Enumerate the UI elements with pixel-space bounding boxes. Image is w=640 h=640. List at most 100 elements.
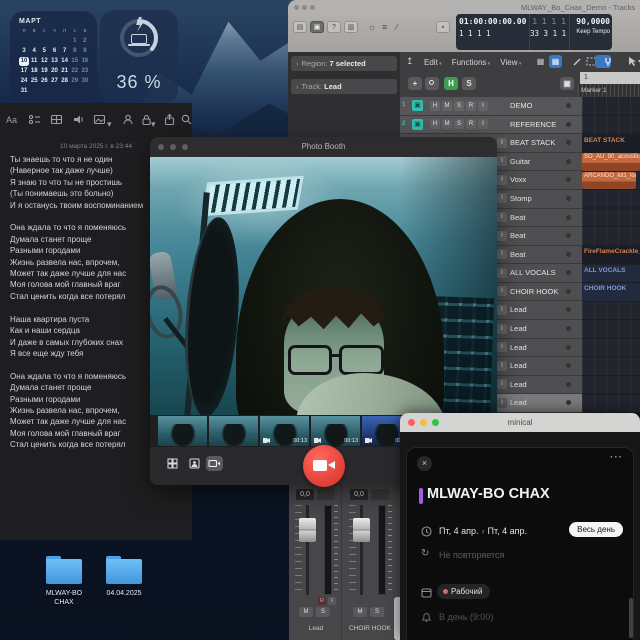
lcd-display[interactable]: 01:00:00:00.00 1 1 1 1 1 1 1 1 33 3 1 1 … bbox=[456, 14, 612, 50]
event-date-range[interactable]: Пт, 4 апр.›Пт, 4 апр. bbox=[439, 526, 527, 536]
track-i-button[interactable]: I bbox=[497, 305, 507, 315]
calendar-day[interactable]: 20 bbox=[49, 67, 59, 76]
arrange-area[interactable]: BEAT STACKSO_AU_90_acoustic_guARCANDO_ki… bbox=[582, 97, 640, 413]
track-r-button[interactable]: R bbox=[466, 119, 476, 129]
track-s-button[interactable]: S bbox=[454, 119, 464, 129]
menu-functions[interactable]: Functions ▾ bbox=[452, 58, 491, 67]
solo-button[interactable]: S bbox=[370, 607, 384, 617]
track-i-button[interactable]: I bbox=[497, 379, 507, 389]
record-enable-dot[interactable] bbox=[566, 345, 571, 350]
checklist-icon[interactable] bbox=[28, 113, 42, 127]
photo-mode-button[interactable] bbox=[186, 456, 203, 471]
track-row[interactable]: 1▣HMSRIDEMO bbox=[400, 97, 582, 115]
minimize-button[interactable] bbox=[302, 5, 307, 10]
record-enable-dot[interactable] bbox=[566, 363, 571, 368]
calendar-day[interactable]: 6 bbox=[49, 47, 59, 56]
track-i-button[interactable]: I bbox=[497, 361, 507, 371]
ruler-bar-number[interactable]: 1 bbox=[580, 72, 640, 84]
share-icon[interactable] bbox=[163, 113, 177, 127]
record-enable-dot[interactable] bbox=[566, 140, 571, 145]
calendar-day[interactable]: 14 bbox=[60, 57, 70, 66]
battery-widget[interactable]: 36 % bbox=[100, 10, 178, 104]
panel-button[interactable]: ▣ bbox=[560, 77, 574, 90]
inspector-button[interactable]: ▣ bbox=[310, 21, 324, 33]
track-i-button[interactable]: I bbox=[497, 156, 507, 166]
record-enable-dot[interactable] bbox=[566, 326, 571, 331]
all-day-badge[interactable]: Весь день bbox=[569, 522, 623, 537]
region[interactable]: CHOIR HOOK bbox=[582, 283, 640, 301]
calendar-widget[interactable]: МАРТ пвсчпсв 123456789101112131415161718… bbox=[10, 11, 97, 104]
toolbar-button[interactable]: ▥ bbox=[344, 21, 358, 33]
four-up-mode-button[interactable] bbox=[164, 456, 181, 471]
record-enable-dot[interactable] bbox=[566, 270, 571, 275]
video-mode-button[interactable] bbox=[206, 456, 223, 471]
media-icon[interactable] bbox=[93, 113, 107, 127]
calendar-day[interactable]: 28 bbox=[60, 77, 70, 86]
track-i-button[interactable]: I bbox=[497, 286, 507, 296]
track-row[interactable]: 2▣HMSRIREFERENCE bbox=[400, 116, 582, 134]
marker-strip[interactable]: Marker 1 bbox=[578, 84, 640, 97]
minical-titlebar[interactable]: minical bbox=[400, 413, 640, 432]
filmstrip-thumbnail[interactable] bbox=[209, 416, 258, 446]
filmstrip-thumbnail[interactable]: 00:13 bbox=[311, 416, 360, 446]
menu-edit[interactable]: Edit ▾ bbox=[424, 58, 442, 67]
track-i-button[interactable]: I bbox=[497, 342, 507, 352]
calendar-day[interactable]: 29 bbox=[70, 77, 80, 86]
track-h-button[interactable]: H bbox=[430, 101, 440, 111]
track-i-button[interactable]: I bbox=[497, 268, 507, 278]
filmstrip-thumbnail[interactable]: 00:13 bbox=[260, 416, 309, 446]
calendar-day[interactable]: 31 bbox=[19, 87, 29, 96]
track-m-button[interactable]: M bbox=[442, 119, 452, 129]
track-s-button[interactable]: S bbox=[454, 101, 464, 111]
disclosure-icon[interactable]: › bbox=[296, 59, 299, 68]
folder-icon[interactable] bbox=[106, 556, 142, 584]
calendar-day[interactable]: 15 bbox=[70, 57, 80, 66]
quick-help-button[interactable]: ? bbox=[327, 21, 341, 33]
calendar-day[interactable]: 17 bbox=[19, 67, 29, 76]
solo-button[interactable]: S bbox=[316, 607, 330, 617]
calendar-day[interactable]: 18 bbox=[29, 67, 39, 76]
track-i-button[interactable]: I bbox=[497, 138, 507, 148]
pointer-tool-menu[interactable] bbox=[617, 55, 637, 68]
region[interactable]: ALL VOCALS bbox=[582, 265, 640, 283]
audio-icon[interactable] bbox=[72, 113, 86, 127]
region[interactable]: ARCANDO_kit1_loop_ bbox=[582, 172, 636, 190]
record-enable-dot[interactable] bbox=[566, 307, 571, 312]
chevron-down-icon[interactable]: ▾ bbox=[107, 117, 121, 131]
calendar-day[interactable]: 25 bbox=[29, 77, 39, 86]
calendar-day[interactable]: 30 bbox=[80, 77, 90, 86]
record-enable-dot[interactable] bbox=[566, 103, 571, 108]
track-i-button[interactable]: I bbox=[478, 119, 488, 129]
collaborate-icon[interactable] bbox=[122, 113, 136, 127]
region-inspector-row[interactable]: ›Region: 7 selected bbox=[291, 56, 397, 71]
grid-view-button[interactable]: ▦ bbox=[534, 55, 547, 68]
calendar-day[interactable]: 3 bbox=[19, 47, 29, 56]
track-zoom-button[interactable] bbox=[425, 77, 439, 90]
calendar-day[interactable]: 21 bbox=[60, 67, 70, 76]
pencil-tool-button[interactable] bbox=[566, 55, 579, 68]
disclosure-icon[interactable]: › bbox=[296, 82, 299, 91]
calendar-day[interactable]: 8 bbox=[70, 47, 80, 56]
menu-view[interactable]: View ▾ bbox=[500, 58, 521, 67]
mute-button[interactable]: M bbox=[353, 607, 367, 617]
grid-view-button-active[interactable]: ▦ bbox=[549, 55, 562, 68]
event-alert[interactable]: В день (9:00) bbox=[439, 612, 493, 622]
add-track-button[interactable]: + bbox=[408, 77, 422, 90]
scrollbar[interactable] bbox=[629, 598, 633, 638]
fader-value[interactable]: 0,0 bbox=[350, 489, 368, 500]
calendar-day[interactable]: 7 bbox=[60, 47, 70, 56]
catch-playhead-icon[interactable]: ↥ bbox=[406, 56, 414, 66]
track-inspector-row[interactable]: ›Track: Lead bbox=[291, 79, 397, 94]
editors-button[interactable]: ∕ bbox=[396, 22, 398, 32]
format-icon[interactable]: Aa bbox=[6, 113, 20, 127]
search-icon[interactable] bbox=[180, 113, 194, 127]
record-enable-dot[interactable] bbox=[566, 122, 571, 127]
calendar-day[interactable]: 13 bbox=[49, 57, 59, 66]
smart-controls-button[interactable]: ☼ bbox=[368, 22, 376, 32]
region[interactable]: BEAT STACK bbox=[582, 135, 640, 153]
list-editors-button[interactable]: ▪ bbox=[436, 21, 450, 33]
zoom-button[interactable] bbox=[310, 5, 315, 10]
close-button[interactable] bbox=[294, 5, 299, 10]
folder-label[interactable]: 04.04.2025 bbox=[96, 589, 152, 598]
calendar-day[interactable]: 23 bbox=[80, 67, 90, 76]
